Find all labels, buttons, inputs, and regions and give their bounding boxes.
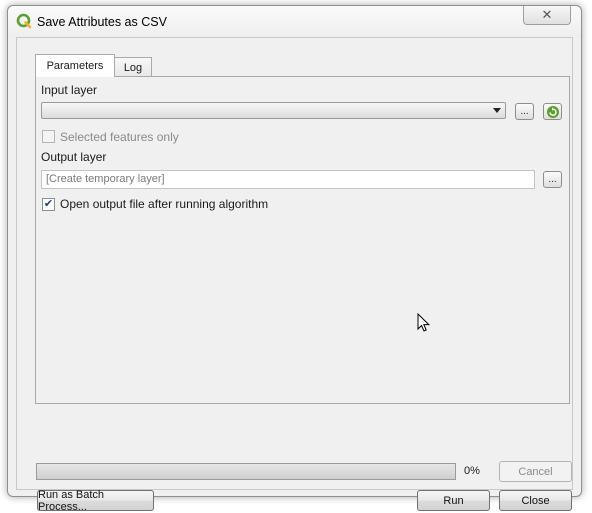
progress-bar <box>36 463 456 480</box>
checkmark-icon: ✔ <box>43 198 54 210</box>
window-title: Save Attributes as CSV <box>37 15 167 29</box>
tab-log[interactable]: Log <box>114 57 152 78</box>
close-window-button[interactable]: ✕ <box>523 6 571 25</box>
input-layer-browse-button[interactable]: ... <box>515 103 534 120</box>
dialog-body: Parameters Log Input layer ... Selected … <box>16 37 573 513</box>
input-layer-label: Input layer <box>41 83 98 97</box>
tab-parameters[interactable]: Parameters <box>35 54 115 77</box>
output-layer-field[interactable]: [Create temporary layer] <box>41 170 535 189</box>
tab-parameters-label: Parameters <box>46 60 104 72</box>
parameters-panel: Input layer ... Selected features only O… <box>35 76 570 404</box>
close-button-label: Close <box>521 494 550 507</box>
run-batch-label: Run as Batch Process... <box>38 488 105 513</box>
dialog-window: Save Attributes as CSV ✕ Parameters Log … <box>7 5 582 513</box>
tab-log-label: Log <box>123 62 143 74</box>
open-output-label: Open output file after running algorithm <box>60 197 269 211</box>
qgis-logo-icon <box>16 13 32 29</box>
selected-features-checkbox[interactable] <box>42 130 55 143</box>
close-icon: ✕ <box>541 7 553 22</box>
title-bar[interactable]: Save Attributes as CSV ✕ <box>8 6 581 38</box>
output-layer-placeholder: [Create temporary layer] <box>46 173 165 185</box>
output-layer-browse-button[interactable]: ... <box>543 171 562 188</box>
iterate-button[interactable] <box>543 103 562 120</box>
cancel-button[interactable]: Cancel <box>499 461 572 482</box>
open-output-checkbox[interactable]: ✔ <box>42 198 55 211</box>
run-batch-button[interactable]: Run as Batch Process... <box>37 488 154 513</box>
output-layer-label: Output layer <box>41 150 107 164</box>
cancel-button-label: Cancel <box>518 465 553 478</box>
browse-button-label: ... <box>520 106 529 117</box>
run-button-label: Run <box>443 494 464 507</box>
output-browse-label: ... <box>548 174 557 185</box>
progress-percent: 0% <box>464 465 480 477</box>
chevron-down-icon <box>493 108 501 113</box>
iterate-refresh-icon <box>546 105 559 118</box>
close-button[interactable]: Close <box>499 490 572 511</box>
selected-features-label: Selected features only <box>60 130 179 144</box>
input-layer-combobox[interactable] <box>41 102 506 119</box>
mouse-pointer-icon <box>417 313 431 332</box>
run-button[interactable]: Run <box>417 490 490 511</box>
